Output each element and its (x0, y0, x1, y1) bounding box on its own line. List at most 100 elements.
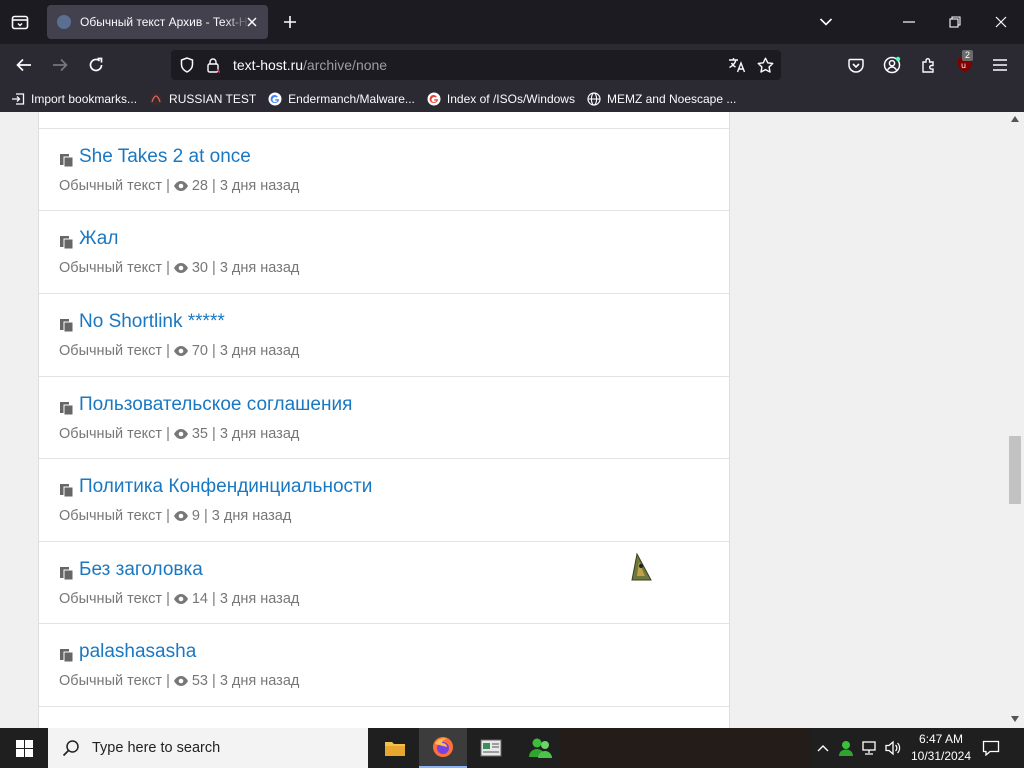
back-icon[interactable] (14, 55, 34, 75)
translate-icon[interactable] (727, 56, 747, 74)
post-meta: Обычный текст | 30 | 3 дня назад (59, 260, 300, 276)
document-icon (59, 648, 74, 663)
file-explorer-button[interactable] (371, 728, 419, 768)
post-title-link[interactable]: palashasasha (79, 641, 196, 663)
eye-icon (173, 511, 188, 521)
tab-bar: Обычный текст Архив - Text-Host (0, 0, 1024, 44)
page-viewport: She Takes 2 at once Обычный текст | 28 |… (0, 112, 1024, 728)
tab-close-icon[interactable] (244, 14, 260, 30)
post-age: 3 дня назад (219, 260, 300, 276)
bookmark-endermanch[interactable]: Endermanch/Malware... (267, 91, 415, 107)
network-icon[interactable] (861, 739, 879, 757)
post-type: Обычный текст (59, 426, 163, 442)
svg-text:u: u (961, 61, 966, 70)
post-title-link[interactable]: She Takes 2 at once (79, 146, 251, 168)
scroll-thumb[interactable] (1009, 436, 1021, 504)
tab-list-icon[interactable] (10, 12, 30, 32)
folder-icon (385, 742, 405, 756)
document-icon (59, 153, 74, 168)
volume-icon[interactable] (884, 739, 902, 757)
user-status-icon[interactable] (837, 739, 855, 757)
list-item: Пользовательское соглашения Обычный текс… (39, 376, 729, 459)
window-app-icon (480, 739, 502, 757)
windows-taskbar: Type here to search 6:47 AM 10/31/2024 (0, 728, 1024, 768)
post-title-link[interactable]: No Shortlink ***** (79, 311, 225, 333)
eye-icon (173, 263, 188, 273)
shield-icon[interactable] (179, 57, 195, 73)
bookmark-index-isos[interactable]: Index of /ISOs/Windows (426, 91, 575, 107)
firefox-icon (433, 737, 453, 757)
scroll-up-icon[interactable] (1011, 116, 1019, 122)
close-window-icon[interactable] (990, 12, 1012, 32)
tab-title: Обычный текст Архив - Text-Host (80, 15, 250, 29)
bookmark-russian-test[interactable]: RUSSIAN TEST (148, 91, 256, 107)
extension-badge: 2 (962, 50, 974, 61)
scroll-down-icon[interactable] (1011, 716, 1019, 722)
document-icon (59, 566, 74, 581)
post-views: 53 (191, 673, 208, 689)
google-icon (267, 91, 283, 107)
post-type: Обычный текст (59, 508, 163, 524)
bookmark-memz[interactable]: MEMZ and Noescape ... (586, 91, 736, 107)
active-tab[interactable]: Обычный текст Архив - Text-Host (47, 5, 268, 39)
list-item: She Takes 2 at once Обычный текст | 28 |… (39, 128, 729, 211)
forward-icon[interactable] (50, 55, 70, 75)
post-age: 3 дня назад (219, 343, 300, 359)
list-item: Политика Конфендинциальности Обычный тек… (39, 458, 729, 541)
bookmark-star-icon[interactable] (755, 56, 775, 74)
list-item-partial (39, 706, 729, 728)
bookmark-label: Index of /ISOs/Windows (446, 92, 575, 106)
pocket-icon[interactable] (846, 55, 866, 75)
taskbar-clock[interactable]: 6:47 AM 10/31/2024 (906, 731, 976, 765)
post-views: 30 (191, 260, 208, 276)
menu-icon[interactable] (990, 55, 1010, 75)
windows-logo-icon (15, 739, 33, 757)
restore-icon[interactable] (944, 12, 966, 32)
post-views: 35 (191, 426, 208, 442)
eye-icon (173, 676, 188, 686)
clock-date: 10/31/2024 (910, 749, 972, 763)
list-all-tabs-icon[interactable] (816, 12, 836, 32)
post-title-link[interactable]: Пользовательское соглашения (79, 394, 352, 416)
post-type: Обычный текст (59, 343, 163, 359)
bookmark-import[interactable]: Import bookmarks... (10, 91, 137, 107)
document-icon (59, 318, 74, 333)
app-button[interactable] (467, 728, 515, 768)
archive-list: She Takes 2 at once Обычный текст | 28 |… (38, 112, 730, 728)
extensions-icon[interactable] (918, 55, 938, 75)
start-button[interactable] (0, 728, 48, 768)
post-title-link[interactable]: Политика Конфендинциальности (79, 476, 372, 498)
notifications-icon[interactable] (982, 739, 1000, 757)
post-meta: Обычный текст | 14 | 3 дня назад (59, 591, 300, 607)
minimize-icon[interactable] (898, 12, 920, 32)
address-bar[interactable]: text-host.ru/archive/none (171, 50, 781, 80)
list-item: No Shortlink ***** Обычный текст | 70 | … (39, 293, 729, 376)
list-item-partial (39, 112, 729, 128)
contacts-app-button[interactable] (517, 728, 565, 768)
taskbar-search-box[interactable]: Type here to search (48, 728, 368, 768)
eye-icon (173, 181, 188, 191)
account-icon[interactable] (882, 55, 902, 75)
bookmark-label: MEMZ and Noescape ... (606, 92, 737, 106)
post-type: Обычный текст (59, 260, 163, 276)
lock-icon[interactable] (205, 57, 221, 73)
post-age: 3 дня назад (219, 591, 300, 607)
post-views: 14 (191, 591, 208, 607)
tab-favicon-icon (57, 15, 71, 29)
post-title-link[interactable]: Жал (79, 228, 118, 250)
post-views: 70 (191, 343, 208, 359)
list-item: Без заголовка Обычный текст | 14 | 3 дня… (39, 541, 729, 624)
google-icon (426, 91, 442, 107)
new-tab-icon[interactable] (280, 12, 300, 32)
reload-icon[interactable] (86, 55, 106, 75)
show-hidden-icons[interactable] (814, 739, 832, 757)
import-icon (10, 91, 26, 107)
post-meta: Обычный текст | 70 | 3 дня назад (59, 343, 300, 359)
bookmark-label: Import bookmarks... (31, 92, 138, 106)
post-title-link[interactable]: Без заголовка (79, 559, 203, 581)
ublock-origin-icon[interactable]: u 2 (953, 50, 977, 76)
firefox-button[interactable] (419, 728, 467, 768)
document-icon (59, 483, 74, 498)
page-scrollbar[interactable] (1006, 112, 1024, 728)
bookmark-label: RUSSIAN TEST (169, 92, 257, 106)
